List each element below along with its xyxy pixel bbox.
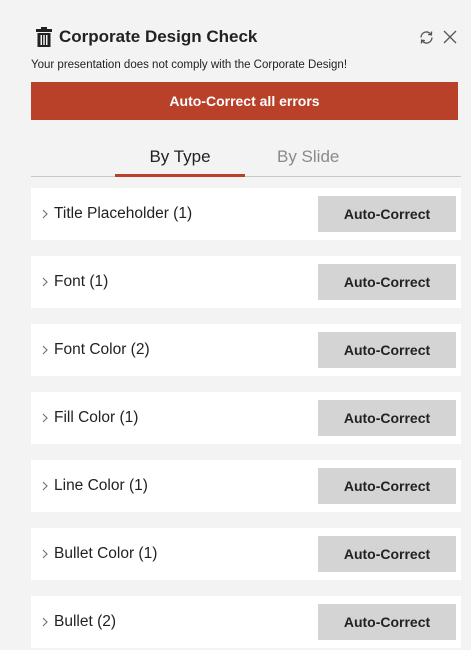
chevron-right-icon [40, 547, 50, 561]
issue-label: Font (1) [54, 273, 109, 290]
chevron-right-icon [40, 479, 50, 493]
chevron-right-icon [40, 343, 50, 357]
active-tab-indicator [115, 174, 245, 177]
issue-row-font[interactable]: Font (1) Auto-Correct [31, 256, 461, 308]
issue-label: Bullet (2) [54, 613, 117, 630]
pane-header: Corporate Design Check [36, 25, 461, 51]
tab-by-type[interactable]: By Type [115, 146, 245, 168]
issue-label: Font Color (2) [54, 341, 150, 358]
autocorrect-button[interactable]: Auto-Correct [318, 468, 456, 504]
issue-row-bullet-color[interactable]: Bullet Color (1) Auto-Correct [31, 528, 461, 580]
issue-row-font-color[interactable]: Font Color (2) Auto-Correct [31, 324, 461, 376]
autocorrect-button[interactable]: Auto-Correct [318, 196, 456, 232]
issue-row-bullet[interactable]: Bullet (2) Auto-Correct [31, 596, 461, 648]
autocorrect-button[interactable]: Auto-Correct [318, 604, 456, 640]
tab-by-slide[interactable]: By Slide [277, 146, 339, 168]
issue-row-title-placeholder[interactable]: Title Placeholder (1) Auto-Correct [31, 188, 461, 240]
design-check-pane: Corporate Design Check Your presentation… [0, 0, 471, 650]
issue-label: Title Placeholder (1) [54, 205, 193, 222]
autocorrect-button[interactable]: Auto-Correct [318, 332, 456, 368]
chevron-right-icon [40, 615, 50, 629]
autocorrect-button[interactable]: Auto-Correct [318, 536, 456, 572]
chevron-right-icon [40, 275, 50, 289]
autocorrect-all-button[interactable]: Auto-Correct all errors [31, 82, 458, 120]
chevron-right-icon [40, 411, 50, 425]
trash-icon [36, 27, 52, 47]
refresh-icon[interactable] [418, 29, 435, 46]
compliance-message: Your presentation does not comply with t… [31, 59, 348, 71]
chevron-right-icon [40, 207, 50, 221]
issue-label: Fill Color (1) [54, 409, 139, 426]
issue-label: Bullet Color (1) [54, 545, 158, 562]
close-icon[interactable] [442, 29, 458, 45]
issue-label: Line Color (1) [54, 477, 148, 494]
pane-title: Corporate Design Check [59, 27, 258, 46]
issue-row-fill-color[interactable]: Fill Color (1) Auto-Correct [31, 392, 461, 444]
issue-row-line-color[interactable]: Line Color (1) Auto-Correct [31, 460, 461, 512]
view-tabs: By Type By Slide [31, 140, 461, 177]
autocorrect-button[interactable]: Auto-Correct [318, 400, 456, 436]
autocorrect-button[interactable]: Auto-Correct [318, 264, 456, 300]
